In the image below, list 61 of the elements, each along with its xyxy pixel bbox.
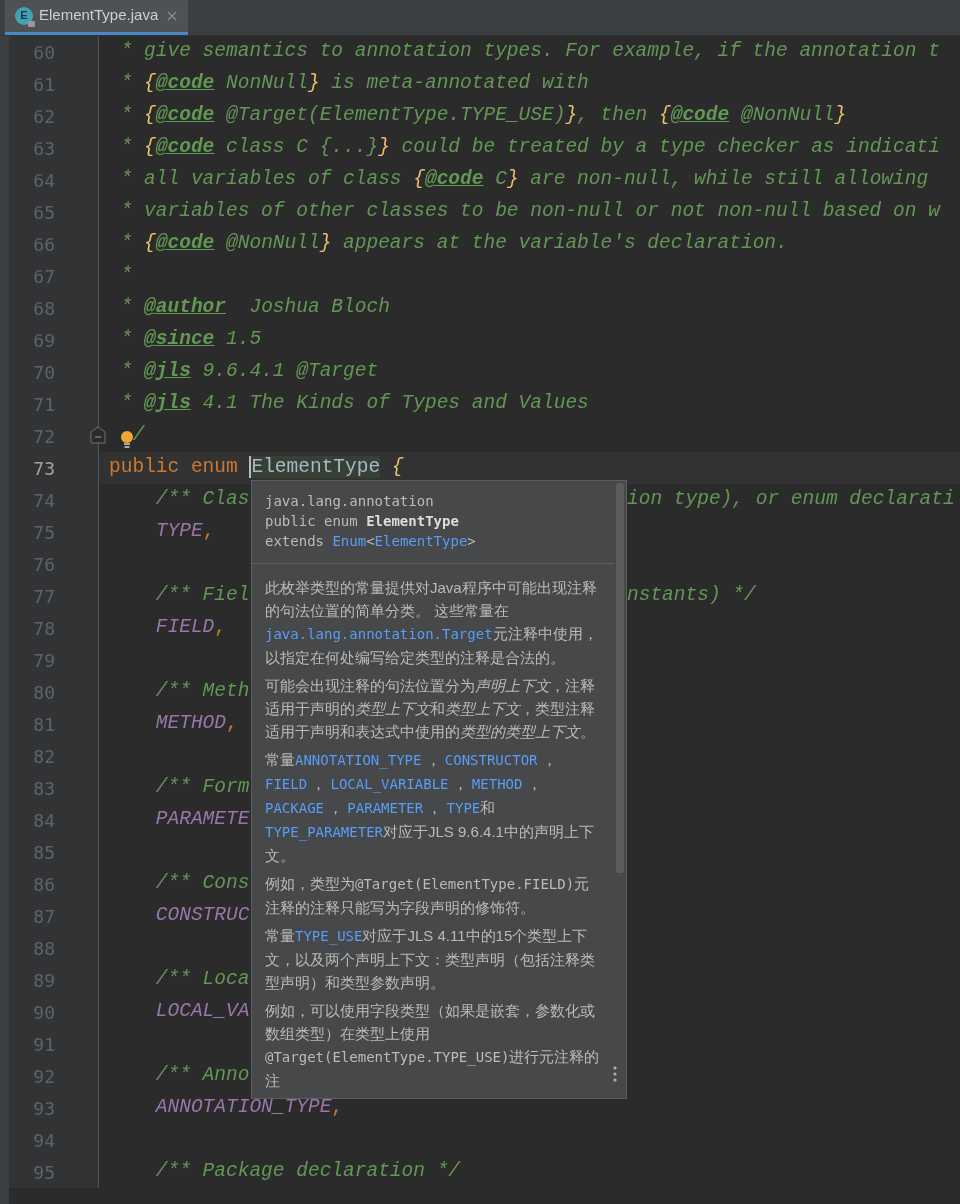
code-line: * @jls 4.1 The Kinds of Types and Values — [119, 392, 589, 415]
doc-link[interactable]: PARAMETER — [347, 800, 424, 816]
doc-link[interactable]: Enum — [332, 533, 367, 549]
code-line: CONSTRUC — [154, 904, 250, 927]
signature-line: public enum ElementType — [265, 512, 460, 531]
code-line: /** Package declaration */ — [154, 1160, 461, 1183]
doc-paragraph: 例如，类型为@Target(ElementType.FIELD)元注释的注释只能写为字段声明的修饰符。 — [265, 874, 591, 918]
code-line: / — [132, 424, 145, 447]
doc-link[interactable]: PACKAGE — [265, 800, 324, 816]
signature-line: extends Enum<ElementType> — [265, 532, 477, 551]
code-line: * variables of other classes to be non-null or not non-null based on w — [119, 200, 940, 223]
editor-tab[interactable]: E ElementType.java — [5, 0, 189, 35]
doc-link[interactable]: ElementType — [374, 533, 468, 549]
code-line: FIELD, — [154, 616, 227, 639]
code-line-fragment: ion type), or enum declarati — [627, 487, 955, 513]
code-line: PARAMETE — [154, 808, 250, 831]
more-options-icon[interactable] — [613, 1066, 617, 1082]
doc-link[interactable]: TYPE_USE — [295, 928, 363, 944]
code-line: /** Loca — [154, 968, 250, 991]
doc-paragraph: 常量ANNOTATION_TYPE ， CONSTRUCTOR ， FIELD ， LOCAL_VARIABLE ， METHOD ， PACKAGE ， PARAMETER ， TYPE和 TYPE_PARAMETER对应于JLS 9.6.4.1中的声明上下文。 — [265, 750, 595, 866]
doc-link[interactable]: FIELD — [265, 776, 308, 792]
code-line: * all variables of class {@code C} are non-null, while still allowing — [119, 168, 929, 191]
code-line: ANNOTATION_TYPE, — [154, 1096, 344, 1119]
doc-paragraph: 例如，可以使用字段类型（如果是嵌套，参数化或数组类型）在类型上使用 @Target(ElementType.TYPE_USE)进行元注释的注 — [265, 1001, 601, 1091]
doc-link[interactable]: CONSTRUCTOR — [444, 752, 538, 768]
doc-link[interactable]: ANNOTATION_TYPE — [295, 752, 422, 768]
doc-paragraph: 此枚举类型的常量提供对Java程序中可能出现注释的句法位置的简单分类。 这些常量在 java.lang.annotation.Target元注释中使用，以指定在何处编写给定类型的注释是合法的。 — [265, 578, 599, 668]
tab-label: ElementType.java — [39, 5, 159, 26]
signature-line: java.lang.annotation — [265, 492, 435, 511]
close-icon[interactable] — [166, 9, 179, 22]
lightbulb-icon[interactable] — [119, 430, 134, 451]
code-line: METHOD, — [154, 712, 238, 735]
doc-link[interactable]: TYPE — [446, 800, 481, 816]
doc-paragraph: 常量TYPE_USE对应于JLS 4.11中的15个类型上下文，以及两个声明上下文：类型声明（包括注释类型声明）和类型参数声明。 — [265, 926, 596, 993]
code-line: /** Cons — [154, 872, 250, 895]
code-line: /** Form — [154, 776, 250, 799]
code-line-fragment: nstants) */ — [627, 583, 756, 609]
code-line-fragment: /** Fiel — [154, 584, 250, 607]
code-line: * @author Joshua Bloch — [119, 296, 390, 319]
code-line: * give semantics to annotation types. For example, if the annotation t — [119, 40, 940, 63]
code-line: /** Meth — [154, 680, 250, 703]
code-line: * {@code @Target(ElementType.TYPE_USE)}, then {@code @NonNull} — [119, 104, 847, 127]
code-line-fragment: /** Clas — [154, 488, 250, 511]
doc-paragraph: 可能会出现注释的句法位置分为声明上下文，注释适用于声明的类型上下文和类型上下文，类型注释适用于声明和表达式中使用的类型的类型上下文。 — [265, 676, 596, 742]
fold-icon[interactable] — [90, 426, 106, 444]
code-line: * @jls 9.6.4.1 @Target — [119, 360, 379, 383]
code-line: * {@code NonNull} is meta-annotated with — [119, 72, 589, 95]
code-line: * {@code class C {...}} could be treated by a type checker as indicati — [119, 136, 940, 159]
code-line: TYPE, — [154, 520, 215, 543]
code-line: * — [119, 264, 133, 287]
doc-link[interactable]: TYPE_PARAMETER — [265, 824, 383, 840]
code-line: LOCAL_VA — [154, 1000, 250, 1023]
line-number: 73 — [32, 456, 55, 481]
code-line: public enum ElementType { — [109, 456, 404, 479]
code-line: /** Anno — [154, 1064, 250, 1087]
code-line: * @since 1.5 — [119, 328, 262, 351]
doc-link[interactable]: LOCAL_VARIABLE — [330, 776, 449, 792]
doc-link[interactable]: java.lang.annotation.Target — [265, 626, 493, 642]
java-enum-file-icon: E — [15, 6, 33, 25]
doc-link[interactable]: METHOD — [471, 776, 523, 792]
code-line: * {@code @NonNull} appears at the variable's declaration. — [119, 232, 788, 255]
